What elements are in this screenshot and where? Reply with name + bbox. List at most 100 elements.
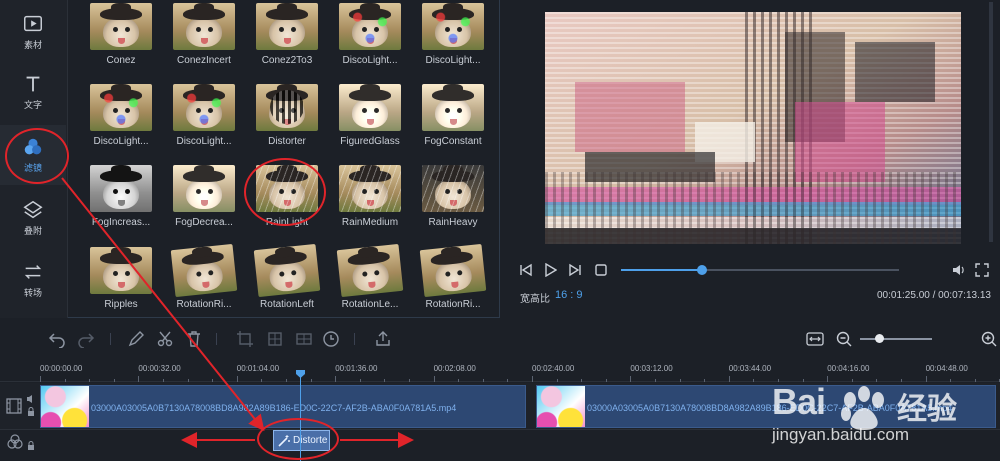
filter-thumbnail[interactable] bbox=[422, 84, 484, 131]
ruler-tick bbox=[236, 376, 238, 382]
filter-label: RainHeavy bbox=[428, 217, 478, 228]
filter-thumbnail[interactable] bbox=[339, 84, 401, 131]
filter-thumbnail[interactable] bbox=[173, 3, 235, 50]
filter-label: Conez bbox=[106, 55, 136, 66]
lock-icon[interactable] bbox=[26, 441, 36, 451]
fit-timeline-icon[interactable] bbox=[806, 330, 824, 348]
zoom-slider-knob[interactable] bbox=[875, 334, 884, 343]
next-frame-icon[interactable] bbox=[568, 263, 582, 277]
sidebar-item-label: 叠附 bbox=[23, 226, 42, 236]
mosaic-icon[interactable] bbox=[295, 330, 313, 348]
prev-frame-icon[interactable] bbox=[519, 263, 533, 277]
overlay-icon bbox=[23, 200, 43, 219]
filter-thumbnail[interactable] bbox=[336, 243, 404, 298]
filter-thumbnail[interactable] bbox=[90, 165, 152, 212]
ruler-tick bbox=[40, 376, 41, 382]
scissors-icon[interactable] bbox=[156, 330, 174, 348]
zoom-out-icon[interactable] bbox=[835, 330, 853, 348]
ruler-tick bbox=[163, 379, 164, 382]
filter-label: RotationLe... bbox=[341, 299, 399, 310]
filter-thumbnail[interactable] bbox=[339, 165, 401, 212]
clip-thumbnail bbox=[41, 386, 89, 427]
filter-thumbnail[interactable] bbox=[90, 3, 152, 50]
zoom-in-icon[interactable] bbox=[980, 330, 998, 348]
media-icon bbox=[24, 15, 42, 32]
lock-icon[interactable] bbox=[26, 407, 36, 417]
playback-progress-fill bbox=[621, 269, 702, 271]
filter-label: RotationLeft bbox=[260, 299, 314, 310]
playback-progress-knob[interactable] bbox=[696, 265, 707, 275]
zoom-slider[interactable] bbox=[860, 338, 932, 340]
filter-thumbnail[interactable] bbox=[256, 84, 318, 131]
rotate-icon[interactable] bbox=[266, 330, 284, 348]
filter-label: Ripples bbox=[104, 299, 138, 310]
ruler-tick bbox=[138, 376, 140, 382]
ruler-tick bbox=[261, 379, 263, 382]
filter-thumbnail[interactable] bbox=[256, 3, 318, 50]
annotation-circle-filter-clip bbox=[257, 418, 339, 460]
sidebar-item-transition[interactable]: 转场 bbox=[0, 250, 66, 310]
play-icon[interactable] bbox=[543, 263, 557, 277]
filter-label: DiscoLight... bbox=[342, 55, 398, 66]
filter-thumbnail[interactable] bbox=[339, 3, 401, 50]
sidebar-item-media[interactable]: 素材 bbox=[0, 2, 66, 62]
sidebar-item-text[interactable]: 文字 bbox=[0, 62, 66, 122]
sidebar-item-overlay[interactable]: 叠附 bbox=[0, 188, 66, 248]
ruler-tick bbox=[286, 379, 287, 382]
ruler-tick-label: 00:02:08.00 bbox=[433, 364, 476, 373]
ruler-tick bbox=[212, 379, 214, 382]
speaker-icon[interactable] bbox=[26, 394, 36, 404]
filter-thumbnail[interactable] bbox=[90, 84, 152, 131]
ruler-tick bbox=[433, 376, 435, 382]
transition-icon bbox=[24, 265, 42, 279]
redo-icon[interactable] bbox=[77, 330, 95, 348]
ruler-tick bbox=[187, 379, 189, 382]
filter-label: ConezIncert bbox=[177, 55, 231, 66]
ruler-tick bbox=[113, 379, 115, 382]
filter-thumbnail[interactable] bbox=[173, 165, 235, 212]
ruler-tick bbox=[359, 379, 361, 382]
stop-icon[interactable] bbox=[594, 263, 608, 277]
filter-label: FiguredGlass bbox=[340, 136, 400, 147]
sidebar-item-label: 转场 bbox=[23, 288, 42, 298]
aspect-ratio-label: 宽高比 bbox=[520, 294, 550, 305]
undo-icon[interactable] bbox=[48, 330, 66, 348]
filter-label: Distorter bbox=[268, 136, 306, 147]
filter-thumbnail[interactable] bbox=[422, 3, 484, 50]
filter-thumbnail[interactable] bbox=[90, 247, 152, 294]
ruler-tick bbox=[335, 376, 337, 382]
clock-icon[interactable] bbox=[322, 330, 340, 348]
filter-label: RainMedium bbox=[341, 217, 399, 228]
ruler-tick bbox=[482, 379, 484, 382]
filter-label: RotationRi... bbox=[425, 299, 481, 310]
ruler-tick-label: 00:03:44.00 bbox=[728, 364, 772, 373]
volume-icon[interactable] bbox=[951, 263, 965, 277]
ruler-tick bbox=[384, 379, 386, 382]
film-track-icon bbox=[6, 398, 22, 414]
filter-label: DiscoLight... bbox=[425, 55, 481, 66]
filter-thumbnail[interactable] bbox=[253, 243, 321, 298]
playback-time: 00:01:25.00 / 00:07:13.13 bbox=[877, 290, 991, 301]
preview-panel: 宽高比 16 : 9 00:01:25.00 / 00:07:13.13 bbox=[501, 0, 1000, 318]
crop-icon[interactable] bbox=[236, 330, 254, 348]
watermark-url: jingyan.baidu.com bbox=[772, 425, 910, 444]
share-icon[interactable] bbox=[374, 330, 392, 348]
pencil-icon[interactable] bbox=[127, 330, 145, 348]
filter-thumbnail[interactable] bbox=[170, 243, 238, 298]
filter-label: FogIncreas... bbox=[91, 217, 151, 228]
playback-progress-bar[interactable] bbox=[621, 265, 899, 275]
preview-scrollbar[interactable] bbox=[989, 2, 993, 242]
filter-thumbnail[interactable] bbox=[419, 243, 487, 298]
ruler-tick bbox=[655, 379, 656, 382]
distorted-frame-image bbox=[545, 12, 961, 244]
fullscreen-icon[interactable] bbox=[975, 263, 989, 277]
sidebar-item-label: 文字 bbox=[23, 100, 42, 110]
filter-label: FogConstant bbox=[424, 136, 482, 147]
ruler-tick bbox=[556, 379, 558, 382]
toolbar-divider bbox=[216, 333, 217, 345]
filter-thumbnail[interactable] bbox=[173, 84, 235, 131]
filter-thumbnail[interactable] bbox=[422, 165, 484, 212]
trash-icon[interactable] bbox=[185, 330, 203, 348]
aspect-ratio-value[interactable]: 16 : 9 bbox=[555, 289, 583, 301]
ruler-tick bbox=[728, 376, 730, 382]
